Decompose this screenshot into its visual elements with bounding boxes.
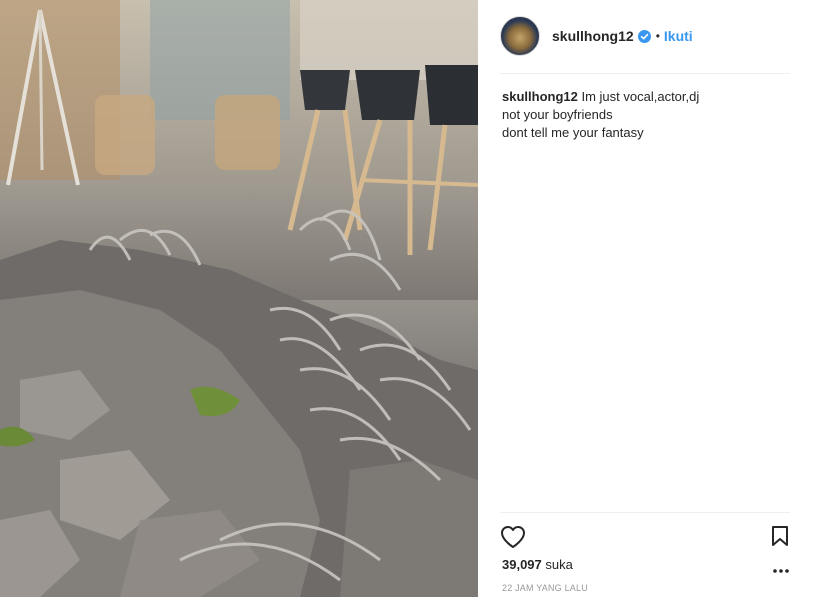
post-photo[interactable]: [0, 0, 478, 597]
like-count-label: suka: [545, 557, 573, 572]
post-timestamp[interactable]: 22 JAM YANG LALU: [502, 583, 588, 593]
header-divider: [500, 73, 790, 74]
caption-line-1: Im just vocal,actor,dj: [581, 89, 700, 104]
header-separator: •: [655, 29, 660, 43]
post-header: skullhong12 • Ikuti: [500, 14, 790, 58]
caption-line-3: dont tell me your fantasy: [502, 125, 644, 140]
verified-badge-icon: [637, 29, 651, 43]
post-actions: [500, 522, 790, 552]
more-options-icon[interactable]: [772, 564, 790, 578]
post-photo-image: [0, 0, 478, 597]
bookmark-icon[interactable]: [770, 525, 790, 547]
like-count[interactable]: 39,097 suka: [502, 557, 573, 572]
caption-username[interactable]: skullhong12: [502, 89, 578, 104]
heart-icon[interactable]: [500, 525, 526, 549]
post-sidebar: skullhong12 • Ikuti skullhong12 Im just …: [478, 0, 813, 597]
avatar[interactable]: [500, 16, 540, 56]
actions-divider: [500, 512, 790, 513]
post-caption: skullhong12 Im just vocal,actor,dj not y…: [502, 88, 790, 142]
follow-button[interactable]: Ikuti: [664, 28, 693, 44]
like-count-number: 39,097: [502, 557, 542, 572]
author-username[interactable]: skullhong12: [552, 28, 634, 44]
caption-line-2: not your boyfriends: [502, 107, 613, 122]
